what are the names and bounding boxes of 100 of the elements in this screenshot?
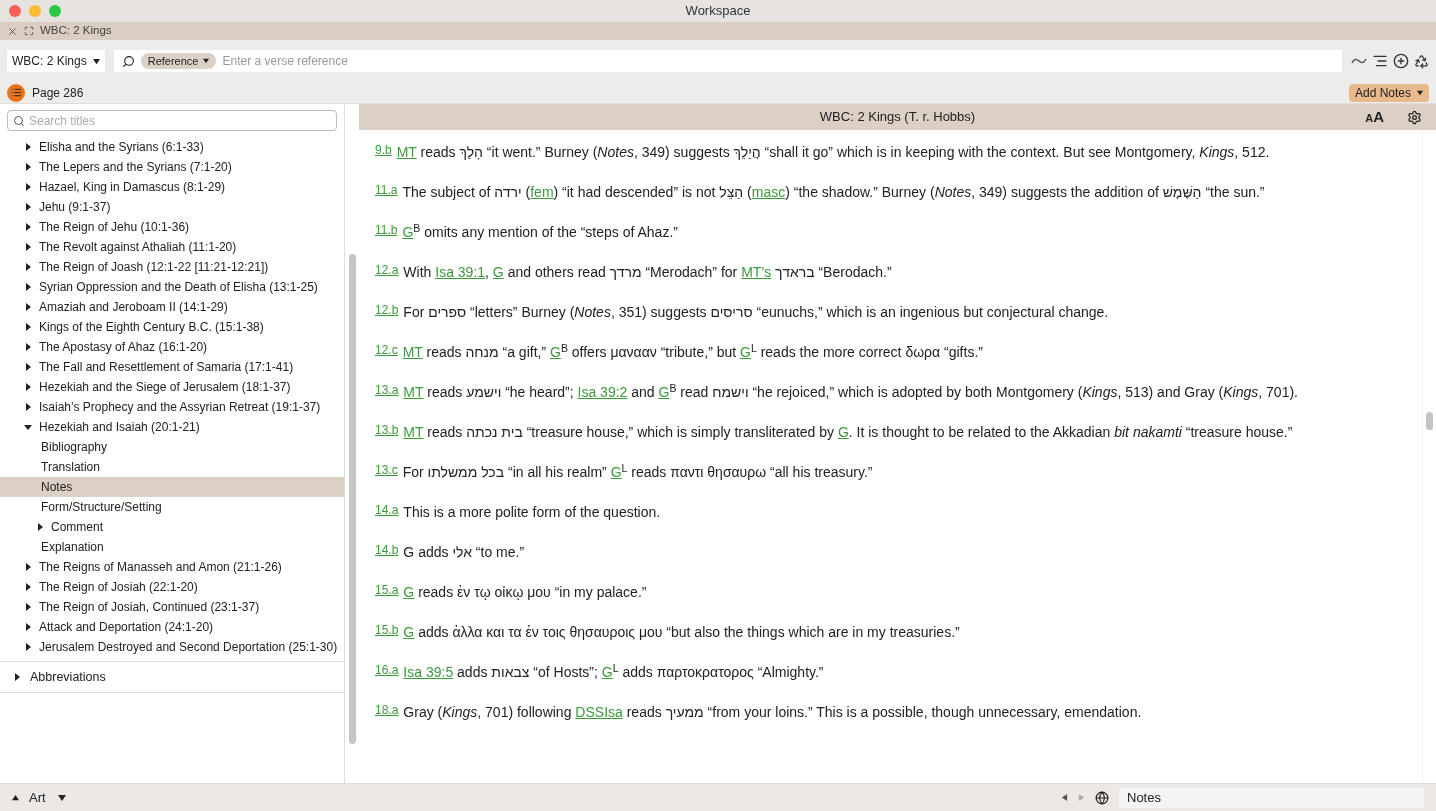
settings-icon[interactable] [1407,109,1422,125]
tree-item[interactable]: The Reign of Josiah (22:1-20) [0,577,344,597]
caret-icon[interactable] [1417,89,1423,96]
note-link[interactable]: G [610,464,622,480]
note-link[interactable]: MT [402,344,423,360]
close-icon[interactable] [7,25,18,37]
expand-triangle-icon[interactable] [24,203,32,211]
location-field[interactable]: Notes [1119,787,1424,808]
expand-triangle-icon[interactable] [24,643,32,651]
note-reference-link[interactable]: 15.a [375,581,399,599]
search-icon[interactable] [121,54,135,68]
note-reference-link[interactable]: 14.b [375,541,399,559]
globe-icon[interactable] [1095,790,1109,805]
expand-triangle-icon[interactable] [24,243,32,251]
note-link[interactable]: G [403,584,415,600]
tree-item[interactable]: The Fall and Resettlement of Samaria (17:1-41) [0,357,344,377]
note-reference-link[interactable]: 12.a [375,261,399,279]
tree-item[interactable]: The Apostasy of Ahaz (16:1-20) [0,337,344,357]
tree-item[interactable]: The Reign of Jehu (10:1-36) [0,217,344,237]
back-icon[interactable] [1061,794,1068,801]
expand-triangle-icon[interactable] [24,623,32,631]
tree-item[interactable]: Jerusalem Destroyed and Second Deportation (25:1-30) [0,637,344,657]
tree-item[interactable]: Attack and Deportation (24:1-20) [0,617,344,637]
note-link[interactable]: MT [403,384,424,400]
expand-triangle-icon[interactable] [13,673,21,681]
tree-item[interactable]: Hazael, King in Damascus (8:1-29) [0,177,344,197]
tree-item[interactable]: The Reigns of Manasseh and Amon (21:1-26) [0,557,344,577]
verse-reference-field[interactable]: Enter a verse reference [222,52,1334,70]
note-reference-link[interactable]: 11.b [375,221,398,239]
expand-icon[interactable] [24,26,34,36]
note-link[interactable]: MT’s [741,264,772,280]
note-reference-link[interactable]: 13.b [375,421,399,439]
note-link[interactable]: G [403,624,415,640]
note-link[interactable]: MT [403,424,424,440]
add-notes-button[interactable]: Add Notes [1348,83,1429,102]
note-reference-link[interactable]: 12.c [375,341,398,359]
note-reference-link[interactable]: 15.b [375,621,399,639]
expand-triangle-icon[interactable] [36,523,44,531]
collapse-icon[interactable] [12,794,19,801]
tree-item[interactable]: Explanation [0,537,344,557]
expand-triangle-icon[interactable] [24,363,32,371]
note-reference-link[interactable]: 14.a [375,501,399,519]
note-reference-link[interactable]: 13.c [375,461,398,479]
note-reference-link[interactable]: 13.a [375,381,399,399]
tree-item[interactable]: Isaiah’s Prophecy and the Assyrian Retreat (19:1-37) [0,397,344,417]
resource-dropdown[interactable]: WBC: 2 Kings [7,50,105,72]
tree-item[interactable]: Syrian Oppression and the Death of Elisha (13:1-25) [0,277,344,297]
note-link[interactable]: G [837,424,849,440]
tree-item[interactable]: Elisha and the Syrians (6:1-33) [0,137,344,157]
note-reference-link[interactable]: 9.b [375,141,392,159]
collapse-triangle-icon[interactable] [24,423,32,431]
wave-icon[interactable] [1351,56,1367,66]
expand-triangle-icon[interactable] [24,583,32,591]
note-link[interactable]: G [740,344,751,360]
tree-item[interactable]: Hezekiah and the Siege of Jerusalem (18:1-37) [0,377,344,397]
expand-triangle-icon[interactable] [24,603,32,611]
note-link[interactable]: DSSIsa [575,704,623,720]
expand-triangle-icon[interactable] [24,283,32,291]
note-reference-link[interactable]: 18.a [375,701,399,719]
dropdown-icon[interactable] [57,793,66,802]
font-size-button[interactable]: AA [1365,105,1384,129]
tree-item[interactable]: Amaziah and Jeroboam II (14:1-29) [0,297,344,317]
recycle-icon[interactable] [1414,53,1429,69]
caret-icon[interactable] [92,57,100,65]
tab-title[interactable]: WBC: 2 Kings [40,22,112,40]
expand-triangle-icon[interactable] [24,143,32,151]
tree-item[interactable]: The Lepers and the Syrians (7:1-20) [0,157,344,177]
tree-item[interactable]: Comment [0,517,344,537]
caret-icon[interactable] [203,58,210,64]
tree-item[interactable]: The Reign of Joash (12:1-22 [11:21-12:21]) [0,257,344,277]
note-link[interactable]: G [492,264,504,280]
note-reference-link[interactable]: 16.a [375,661,399,679]
expand-triangle-icon[interactable] [24,323,32,331]
tree-item[interactable]: Translation [0,457,344,477]
tree-item[interactable]: Kings of the Eighth Century B.C. (15:1-38) [0,317,344,337]
note-link[interactable]: fem [530,184,554,200]
note-link[interactable]: G [402,224,414,240]
tree-item[interactable]: Hezekiah and Isaiah (20:1-21) [0,417,344,437]
note-link[interactable]: G [658,384,670,400]
expand-triangle-icon[interactable] [24,343,32,351]
tree-item[interactable]: Jehu (9:1-37) [0,197,344,217]
note-link[interactable]: MT [396,144,417,160]
search-titles-field[interactable]: Search titles [29,111,331,130]
list-icon[interactable] [1372,53,1388,69]
contents-icon[interactable] [7,83,25,102]
tree-item[interactable]: The Revolt against Athaliah (11:1-20) [0,237,344,257]
note-link[interactable]: Isa 39:5 [403,664,454,680]
expand-triangle-icon[interactable] [24,403,32,411]
search-type-dropdown[interactable]: Reference [140,53,217,69]
expand-triangle-icon[interactable] [24,223,32,231]
tree-item[interactable]: The Reign of Josiah, Continued (23:1-37) [0,597,344,617]
note-reference-link[interactable]: 12.b [375,301,399,319]
tree-item[interactable]: Notes [0,477,344,497]
note-link[interactable]: G [601,664,613,680]
expand-triangle-icon[interactable] [24,263,32,271]
expand-triangle-icon[interactable] [24,303,32,311]
tree-item[interactable]: Form/Structure/Setting [0,497,344,517]
expand-triangle-icon[interactable] [24,183,32,191]
reference-search-bar[interactable]: Reference Enter a verse reference [113,50,1342,72]
title-search-bar[interactable]: Search titles [7,110,337,131]
